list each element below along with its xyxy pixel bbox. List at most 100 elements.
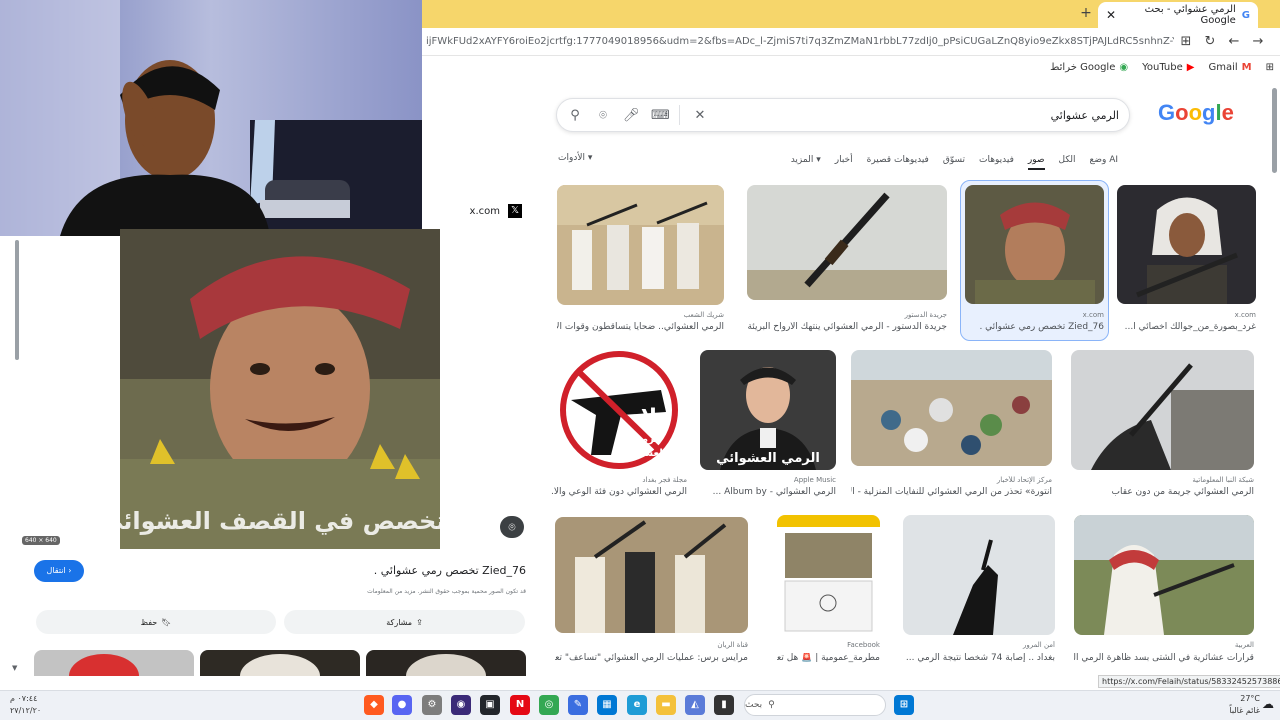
brave-icon[interactable]: ◆ <box>364 695 384 715</box>
result-image-9[interactable] <box>555 517 748 633</box>
preview-source[interactable]: x.com 𝕏 <box>440 196 536 226</box>
result-image-1[interactable] <box>557 185 724 305</box>
result-image-8[interactable] <box>1071 350 1254 470</box>
result-caption-1[interactable]: الرمي العشوائي.. ضحايا يتساقطون وقوات ال… <box>557 322 724 332</box>
keyboard-icon[interactable]: ⌨ <box>651 108 670 123</box>
cloud-icon: ☁ <box>1262 697 1274 711</box>
result-image-11[interactable] <box>903 515 1055 635</box>
result-caption-12[interactable]: قرارات عشائرية في الشتى بسد ظاهرة الرمي … <box>1074 653 1254 663</box>
settings-icon[interactable]: ⚙ <box>422 695 442 715</box>
result-caption-8[interactable]: الرمي العشوائي جريمة من دون عقاب <box>1071 487 1254 497</box>
related-image-1[interactable] <box>34 650 194 676</box>
reload-icon[interactable]: ↻ <box>1198 34 1222 49</box>
taskbar-search-placeholder: بحث <box>745 700 763 710</box>
result-image-4[interactable] <box>1117 185 1256 304</box>
search-icon[interactable]: ⚲ <box>567 108 583 123</box>
tab-shopping[interactable]: تسوّق <box>943 155 965 165</box>
photos-icon[interactable]: ◭ <box>685 695 705 715</box>
tab-search-icon[interactable]: ⊞ <box>1174 34 1198 49</box>
result-source-3: x.com <box>1082 311 1104 319</box>
result-caption-4[interactable]: غرد_بصورة_من_جوالك اخصائي ا... <box>1117 322 1256 332</box>
preview-image[interactable]: متخصص في القصف العشوائي <box>120 229 440 549</box>
related-image-2[interactable] <box>200 650 360 676</box>
result-caption-7[interactable]: انتورة» تحذر من الرمي العشوائي للنفايات … <box>851 487 1052 497</box>
edge-icon[interactable]: e <box>627 695 647 715</box>
clear-icon[interactable]: ✕ <box>692 108 708 123</box>
clock[interactable]: ٠٧:٤٤ م ٢٧/١٢/٢٠ <box>10 693 41 717</box>
bookmark-youtube[interactable]: YouTube ▶ <box>1142 62 1194 73</box>
netflix-icon[interactable]: N <box>510 695 530 715</box>
image-dimensions: 640 × 640 <box>22 536 60 545</box>
taskbar-search-icon: ⚲ <box>768 700 775 710</box>
microphone-icon[interactable]: 🎤︎ <box>623 108 640 123</box>
tab-news[interactable]: أخبار <box>835 155 853 165</box>
tab-more[interactable]: المزيد ▾ <box>791 155 821 165</box>
x-logo-icon: 𝕏 <box>508 204 522 218</box>
tab-videos[interactable]: فيديوهات <box>979 155 1014 165</box>
result-source-10: Facebook <box>847 641 880 649</box>
copyright-note[interactable]: قد تكون الصور محمية بموجب حقوق النشر. مز… <box>300 588 526 595</box>
apps-grid-icon[interactable]: ⊞ <box>1266 62 1274 73</box>
search-query[interactable]: الرمي عشوائي <box>1051 109 1119 122</box>
forward-icon[interactable]: → <box>1246 34 1270 49</box>
result-caption-2[interactable]: جريدة الدستور - الرمي العشوائي ينتهك الأ… <box>747 322 947 332</box>
obs-icon[interactable]: ◉ <box>451 695 471 715</box>
lens-icon[interactable]: ⌾ <box>595 108 611 123</box>
active-app-icon[interactable]: ✎ <box>568 695 588 715</box>
search-input[interactable]: ⚲ ⌾ 🎤︎ ⌨ ✕ الرمي عشوائي <box>556 98 1130 132</box>
result-source-4: x.com <box>1234 311 1256 319</box>
tab-active[interactable]: G الرمي عشوائي - بحث Google ✕ <box>1098 2 1258 28</box>
windows-start-icon[interactable]: ⊞ <box>894 695 914 715</box>
tab-images[interactable]: صور <box>1027 155 1045 170</box>
result-caption-3[interactable]: Zied_76 تخصص رمي عشوائي . <box>965 322 1104 332</box>
result-image-6[interactable]: الرمي العشوائي <box>700 350 836 470</box>
weather-widget[interactable]: 27°C غائم غالباً <box>1200 693 1260 717</box>
no-gun-line3: العشوائي <box>620 448 667 459</box>
result-caption-11[interactable]: بغداد .. إصابة 74 شخصاً نتيجة الرمي ... <box>903 653 1055 663</box>
file-explorer-icon[interactable]: ▬ <box>656 695 676 715</box>
app-icon[interactable]: ▣ <box>480 695 500 715</box>
save-button[interactable]: حفظ 🔖︎ <box>36 610 276 634</box>
google-logo[interactable]: Google <box>1158 100 1234 126</box>
webcam-overlay <box>0 0 422 236</box>
gmail-icon: M <box>1241 61 1252 73</box>
result-image-7[interactable] <box>851 350 1052 466</box>
bookmark-maps[interactable]: خرائط Google ◉ <box>1050 62 1128 73</box>
discord-icon[interactable]: ● <box>392 695 412 715</box>
tab-ai-mode[interactable]: وضع AI <box>1090 155 1118 165</box>
panel-scrollbar[interactable] <box>15 240 19 360</box>
bookmark-gmail[interactable]: Gmail M <box>1208 62 1251 73</box>
result-caption-5[interactable]: الرمي العشوائي دون فئة الوعي والا... <box>551 487 687 497</box>
taskbar-search[interactable]: ⚲ بحث <box>744 694 886 716</box>
url-field[interactable]: ijFWkFUd2xAYFY6roiEo2jcrtfg:177704901895… <box>426 36 1174 47</box>
terminal-icon[interactable]: ▮ <box>714 695 734 715</box>
result-image-10[interactable] <box>777 515 880 635</box>
tab-short-videos[interactable]: فيديوهات قصيرة <box>867 155 929 165</box>
result-caption-9[interactable]: مرايس برس: عمليات الرمي العشوائي "تساعف"… <box>555 653 748 663</box>
result-image-3[interactable] <box>965 185 1104 304</box>
result-image-2[interactable] <box>747 185 947 300</box>
lens-search-icon[interactable]: ⌾ <box>500 516 524 538</box>
store-icon[interactable]: ▦ <box>597 695 617 715</box>
preview-source-label: x.com <box>469 205 500 217</box>
new-tab-button[interactable]: + <box>1078 5 1094 23</box>
clock-time: ٠٧:٤٤ م <box>10 694 38 703</box>
result-caption-10[interactable]: مطرمة_عمومية | 🚨 هل تعلم... <box>777 653 880 663</box>
back-icon[interactable]: ← <box>1222 34 1246 49</box>
weather-desc: غائم غالباً <box>1229 706 1260 715</box>
youtube-icon: ▶ <box>1186 61 1195 73</box>
result-source-6: Apple Music <box>793 476 836 484</box>
result-image-5[interactable]: لا للرمي العشوائي <box>551 350 687 470</box>
share-button[interactable]: مشاركة ⇪ <box>284 610 525 634</box>
visit-button[interactable]: انتقال › <box>34 560 84 582</box>
related-image-3[interactable] <box>366 650 526 676</box>
tab-all[interactable]: الكل <box>1059 155 1076 165</box>
scroll-down-icon[interactable]: ▼ <box>12 664 17 672</box>
result-image-12[interactable] <box>1074 515 1254 635</box>
result-caption-6[interactable]: الرمي العشوائي - Album by ... <box>700 487 836 497</box>
chrome-icon[interactable]: ◎ <box>539 695 559 715</box>
close-tab-icon[interactable]: ✕ <box>1106 8 1116 22</box>
tools-button[interactable]: الأدوات ▾ <box>558 153 592 163</box>
page-scrollbar[interactable] <box>1272 88 1277 173</box>
preview-title[interactable]: Zied_76 تخصص رمي عشوائي . <box>330 564 526 577</box>
